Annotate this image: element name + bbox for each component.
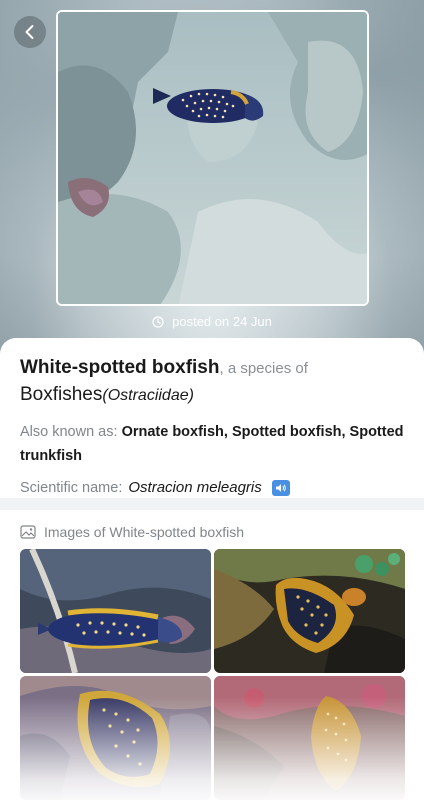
aka-label: Also known as:: [20, 424, 118, 440]
back-button[interactable]: [14, 16, 46, 48]
main-photo[interactable]: [56, 10, 369, 306]
hero-area: posted on 24 Jun: [0, 0, 424, 360]
scientific-name-row: Scientific name: Ostracion meleagris: [20, 476, 404, 500]
images-heading: Images of White-spotted boxfish: [20, 524, 404, 540]
family-latin: (Ostraciidae): [102, 387, 194, 404]
common-name: White-spotted boxfish: [20, 357, 220, 378]
species-info-card: White-spotted boxfish, a species of Boxf…: [0, 338, 424, 498]
posted-date: posted on 24 Jun: [0, 314, 424, 329]
boxfish-photo: [58, 12, 367, 304]
species-title: White-spotted boxfish, a species of: [20, 356, 404, 381]
scientific-name: Ostracion meleagris: [128, 479, 262, 496]
images-heading-label: Images of White-spotted boxfish: [44, 524, 244, 540]
image-thumbnail-3[interactable]: [20, 676, 211, 800]
family-name[interactable]: Boxfishes: [20, 384, 102, 405]
speaker-icon[interactable]: [271, 480, 290, 496]
image-thumbnail-1[interactable]: [20, 549, 211, 673]
posted-label: posted on 24 Jun: [172, 314, 272, 329]
image-thumbnail-4[interactable]: [214, 676, 405, 800]
chevron-left-icon: [25, 25, 34, 39]
image-thumbnail-2[interactable]: [214, 549, 405, 673]
image-gallery-icon: [20, 525, 36, 539]
image-grid: [20, 549, 405, 800]
also-known-as: Also known as: Ornate boxfish, Spotted b…: [20, 420, 404, 468]
species-of-text: , a species of: [219, 360, 308, 377]
clock-icon: [152, 315, 164, 328]
family-line[interactable]: Boxfishes(Ostraciidae): [20, 383, 404, 408]
images-section: Images of White-spotted boxfish: [0, 510, 424, 807]
scientific-label: Scientific name:: [20, 480, 123, 496]
